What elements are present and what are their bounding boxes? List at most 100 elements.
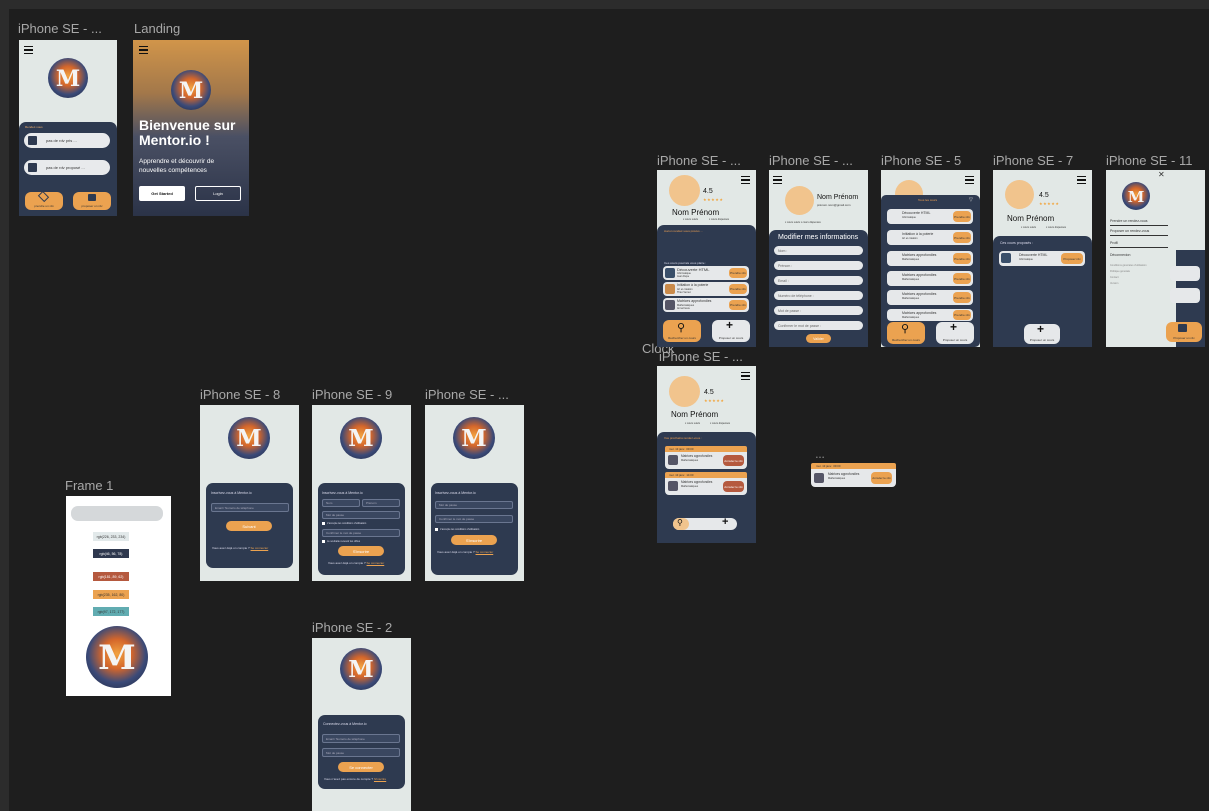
menu-icon[interactable] [741,176,750,185]
design-canvas[interactable]: iPhone SE - ... Landing iPhone SE - ... … [0,0,1209,811]
frame-label-iphone-se-5[interactable]: iPhone SE - 5 [881,153,961,168]
frame-iphone-se-8[interactable]: Inscrivez-vous à Mentor.io Email / Numér… [200,405,299,581]
frame-label-iphone-se-2[interactable]: iPhone SE - 2 [312,620,392,635]
confirm-password-field[interactable]: Confirmer le mot de passe : [774,321,863,330]
frame-landing[interactable]: Bienvenue sur Mentor.io ! Apprendre et d… [133,40,249,216]
take-rdv-button[interactable]: Prendre rdv [953,273,971,284]
email-field[interactable]: Email : [774,276,863,285]
plus-icon[interactable]: + [722,516,728,528]
frame-label-profile-b[interactable]: iPhone SE - ... [659,349,743,364]
propose-rdv-button[interactable]: Proposer rdv [1061,253,1083,264]
email-field[interactable]: Email / Numéro de téléphone [211,503,289,512]
menu-take-rdv[interactable]: Prendre un rendez-vous [1110,219,1148,223]
name-field[interactable]: Nom : [774,246,863,255]
firstname-field[interactable]: Prénom : [774,261,863,270]
checkbox[interactable] [322,522,325,525]
frame-label-iphone-se-8[interactable]: iPhone SE - 8 [200,387,280,402]
frame-iphone-se-11[interactable]: ✕ Prendre un rendez-vous Proposer un ren… [1106,170,1205,347]
confirm-password-field[interactable]: Confirmer le mot de passe [322,529,400,537]
next-button[interactable]: Suivant [226,521,272,531]
cancel-rdv-button[interactable]: Annuler le rdv [723,455,744,466]
color-swatch[interactable]: rgb(97, 172, 177) [93,607,129,616]
rdv-card[interactable]: Matrices approfondies Mathématiques Annu… [665,478,747,495]
take-rdv-button[interactable]: Prendre rdv [729,300,747,310]
menu-propose-rdv[interactable]: Proposer un rendez-vous [1110,229,1149,233]
login-link[interactable]: Se connecter [476,550,494,554]
menu-icon[interactable] [965,176,974,185]
rdv-card-component[interactable]: Matrices approfondies Mathématiques Annu… [811,469,896,487]
close-icon[interactable]: ✕ [1158,170,1165,179]
login-button[interactable]: Se connecter [338,762,384,772]
frame-home[interactable]: Rendez-vous pas de rdv pris ... pas de r… [19,40,117,216]
confirm-password-field[interactable]: Confirmer le mot de passe [435,515,513,523]
color-swatch[interactable]: rgb(235, 162, 80) [93,590,129,599]
menu-contact[interactable]: Contact [1110,276,1119,279]
take-rdv-button[interactable]: Prendre rdv [729,268,747,278]
more-icon[interactable]: • • • [816,455,824,461]
password-field[interactable]: Mot de passe : [774,306,863,315]
submit-button[interactable]: S'inscrire [451,535,497,545]
course-card[interactable]: Découverte HTML Informatique Jean Dupe P… [663,266,749,280]
password-field[interactable]: Mot de passe [322,511,400,519]
palette-search-bar[interactable] [71,506,163,521]
submit-button[interactable]: Valider [806,334,831,343]
frame-label-landing[interactable]: Landing [134,21,180,36]
course-card[interactable]: Initiation à la poterie Art et création … [663,282,749,296]
menu-icon[interactable] [139,46,148,55]
password-field[interactable]: Mot de passe [435,501,513,509]
frame-iphone-se-7[interactable]: 4.5 ★★★★★ Nom Prénom x cours suivis x co… [993,170,1092,347]
filter-icon[interactable]: ▽ [969,197,973,203]
frame-label-iphone-se-11[interactable]: iPhone SE - 11 [1106,153,1192,168]
course-card[interactable]: Matrices approfondies Mathématiques Anna… [663,298,749,312]
course-card[interactable]: Matrices approfondies Mathématiques Pren… [887,290,973,305]
cancel-rdv-button[interactable]: Annuler le rdv [723,481,744,492]
color-swatch[interactable]: rgb(46, 56, 78) [93,549,129,558]
login-link[interactable]: Se connecter [367,561,385,565]
course-card[interactable]: Initiation à la poterie Art et création … [887,230,973,245]
frame-iphone-se-9[interactable]: Inscrivez-vous à Mentor.io Nom Prénom Mo… [312,405,411,581]
course-card[interactable]: Découverte HTML Informatique Prendre rdv [887,209,973,224]
rdv-card[interactable]: Matrices approfondies Mathématiques Annu… [665,452,747,469]
frame-label-iphone-se-7[interactable]: iPhone SE - 7 [993,153,1073,168]
menu-icon[interactable] [24,46,33,55]
color-swatch[interactable]: rgb(181, 89, 62) [93,572,129,581]
menu-icon[interactable] [773,176,782,185]
take-rdv-button[interactable]: Prendre rdv [953,292,971,303]
frame-label-profile-a[interactable]: iPhone SE - ... [657,153,741,168]
menu-policy[interactable]: Politique générale [1110,270,1130,273]
firstname-field[interactable]: Prénom [362,499,400,507]
password-field[interactable]: Mot de passe [322,748,400,757]
rdv-item[interactable] [1170,288,1200,303]
rdv-item[interactable] [1170,266,1200,281]
get-started-button[interactable]: Get Started [139,186,185,201]
frame-label-profile-edit[interactable]: iPhone SE - ... [769,153,853,168]
course-card[interactable]: Découverte HTML Informatique Proposer rd… [999,251,1085,266]
frame-label-iphone-se-9[interactable]: iPhone SE - 9 [312,387,392,402]
login-button[interactable]: Login [195,186,241,201]
frame-palette[interactable]: rgb(226, 233, 234) rgb(46, 56, 78) rgb(181… [66,496,171,696]
take-rdv-button[interactable]: Prendre rdv [953,232,971,243]
frame-label-signup-3[interactable]: iPhone SE - ... [425,387,509,402]
checkbox[interactable] [435,528,438,531]
course-card[interactable]: Matrices approfondies Mathématiques Pren… [887,309,973,321]
menu-profile[interactable]: Profil [1110,241,1118,245]
menu-logout[interactable]: Déconnexion [1110,253,1130,257]
course-card[interactable]: Matrices approfondies Mathématiques Pren… [887,251,973,266]
name-field[interactable]: Nom [322,499,360,507]
frame-profile-b[interactable]: 4.5 ★★★★★ Nom Prénom x cours suivis x co… [657,366,756,543]
checkbox[interactable] [322,540,325,543]
course-card[interactable]: Matrices approfondies Mathématiques Pren… [887,271,973,286]
cancel-rdv-button[interactable]: Annuler le rdv [871,472,892,484]
menu-icon[interactable] [741,372,750,381]
frame-profile-a[interactable]: 4.5 ★★★★★ Nom Prénom x cours suivis x co… [657,170,756,347]
frame-iphone-se-5[interactable]: Tous les cours ▽ Découverte HTML Informa… [881,170,980,347]
take-rdv-button[interactable]: Prendre rdv [953,253,971,264]
submit-button[interactable]: S'inscrire [338,546,384,556]
take-rdv-button[interactable]: Prendre rdv [729,284,747,294]
take-rdv-button[interactable]: Prendre rdv [953,310,971,320]
take-rdv-button[interactable]: Prendre rdv [953,211,971,222]
frame-profile-edit[interactable]: Nom Prénom prénom.nom@gmail.com x cours … [769,170,868,347]
phone-field[interactable]: Numéro de téléphone : [774,291,863,300]
login-link[interactable]: Se connecter [251,546,269,550]
frame-label-iphone-se-1[interactable]: iPhone SE - ... [18,21,102,36]
